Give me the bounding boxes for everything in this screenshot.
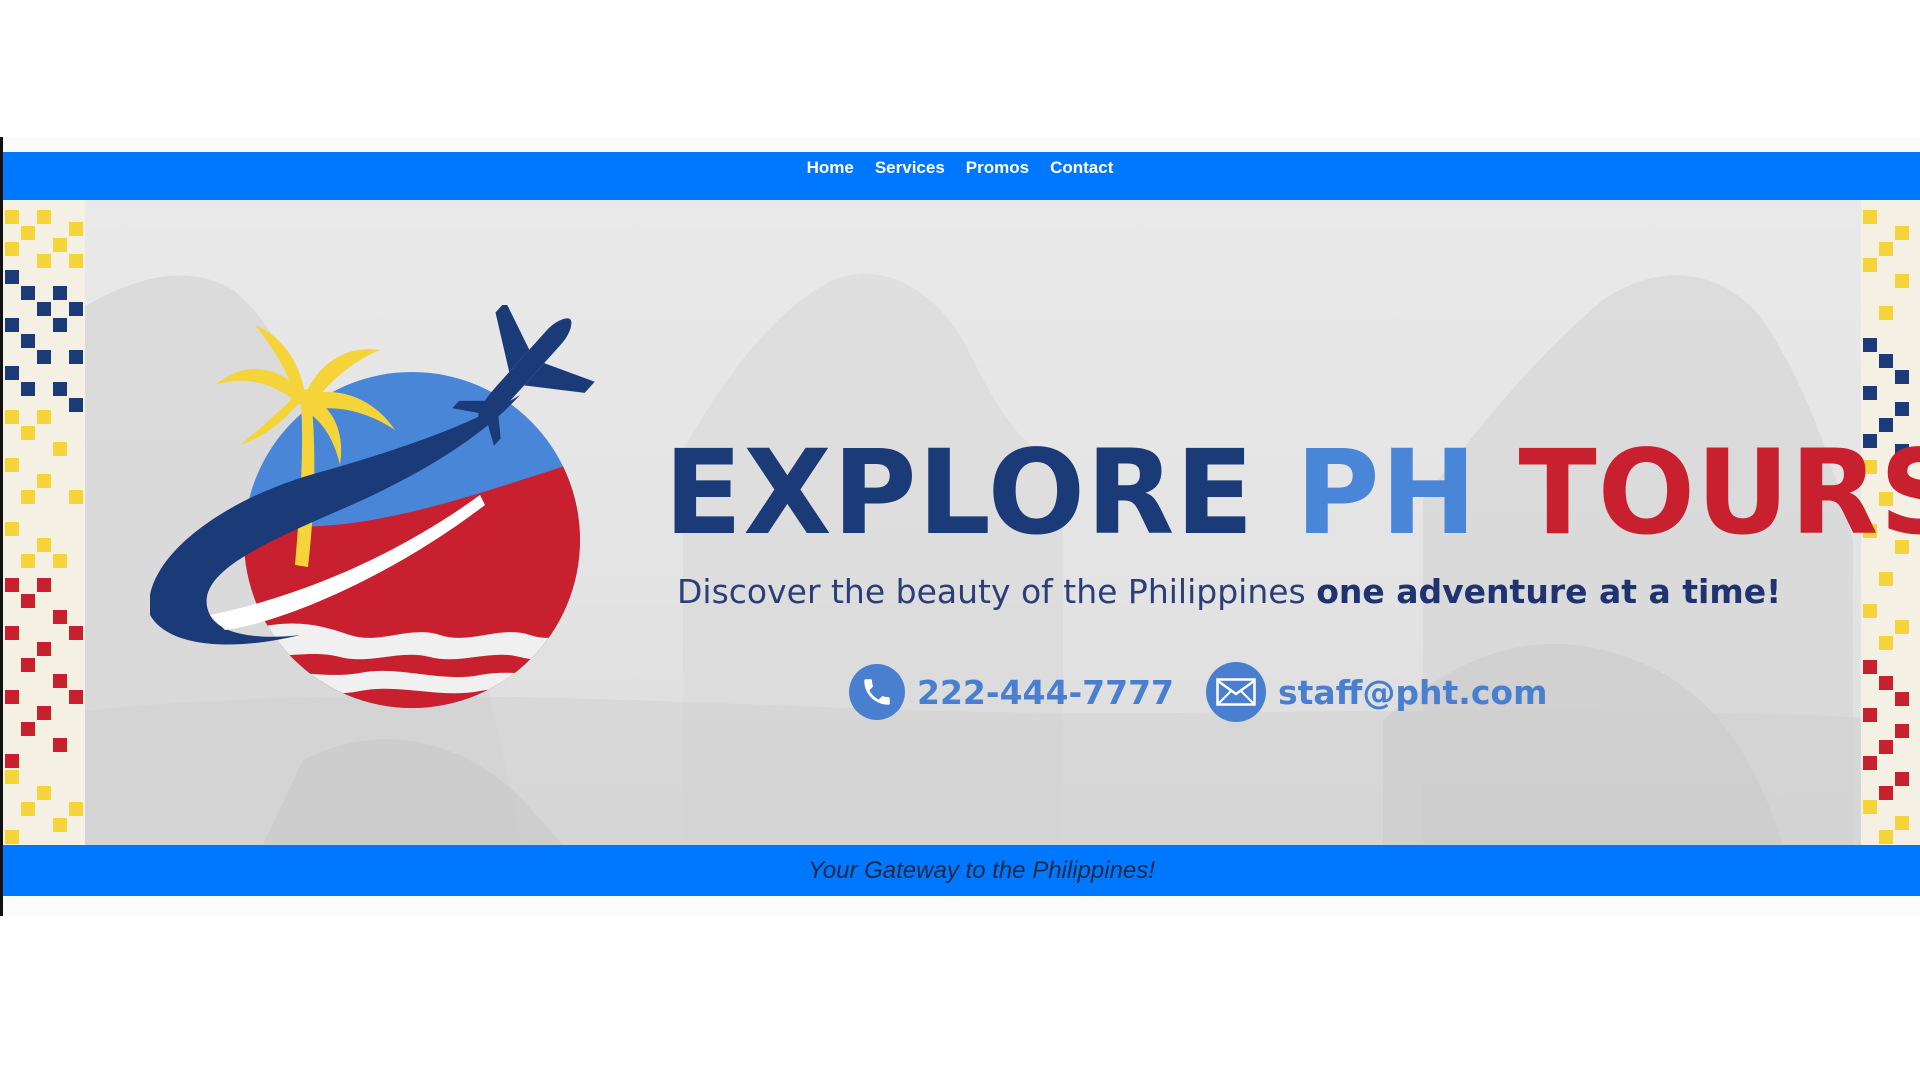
brand-title: EXPLORE PH TOURS: [664, 434, 1920, 551]
footer-tagline: Your Gateway to the Philippines!: [808, 856, 1155, 884]
nav-services-link[interactable]: Services: [875, 157, 945, 179]
phone-number: 222-444-7777: [917, 672, 1175, 712]
subtitle-regular: Discover the beauty of the Philippines: [677, 572, 1306, 611]
footer-bar: Your Gateway to the Philippines!: [3, 845, 1920, 896]
title-ph: PH: [1295, 424, 1478, 561]
subtitle-bold: one adventure at a time!: [1316, 572, 1782, 611]
contact-phone: 222-444-7777: [849, 664, 1174, 720]
globe-logo: [150, 305, 595, 708]
email-address[interactable]: staff@pht.com: [1278, 673, 1547, 712]
phone-icon: [849, 664, 905, 720]
contact-email: staff@pht.com: [1206, 662, 1547, 722]
hero-banner: EXPLORE PH TOURS Discover the beauty of …: [3, 200, 1920, 845]
title-tours: TOURS: [1518, 424, 1920, 561]
nav-promos-link[interactable]: Promos: [966, 157, 1029, 179]
nav-contact-link[interactable]: Contact: [1050, 157, 1113, 179]
brand-subtitle: Discover the beauty of the Philippines o…: [677, 572, 1781, 611]
left-pattern-border: [3, 200, 85, 845]
nav-menu: Home Services Promos Contact: [807, 157, 1114, 179]
top-nav-bar: Home Services Promos Contact: [3, 152, 1920, 200]
title-explore: EXPLORE: [664, 424, 1255, 561]
nav-home-link[interactable]: Home: [807, 157, 854, 179]
email-icon: [1206, 662, 1266, 722]
